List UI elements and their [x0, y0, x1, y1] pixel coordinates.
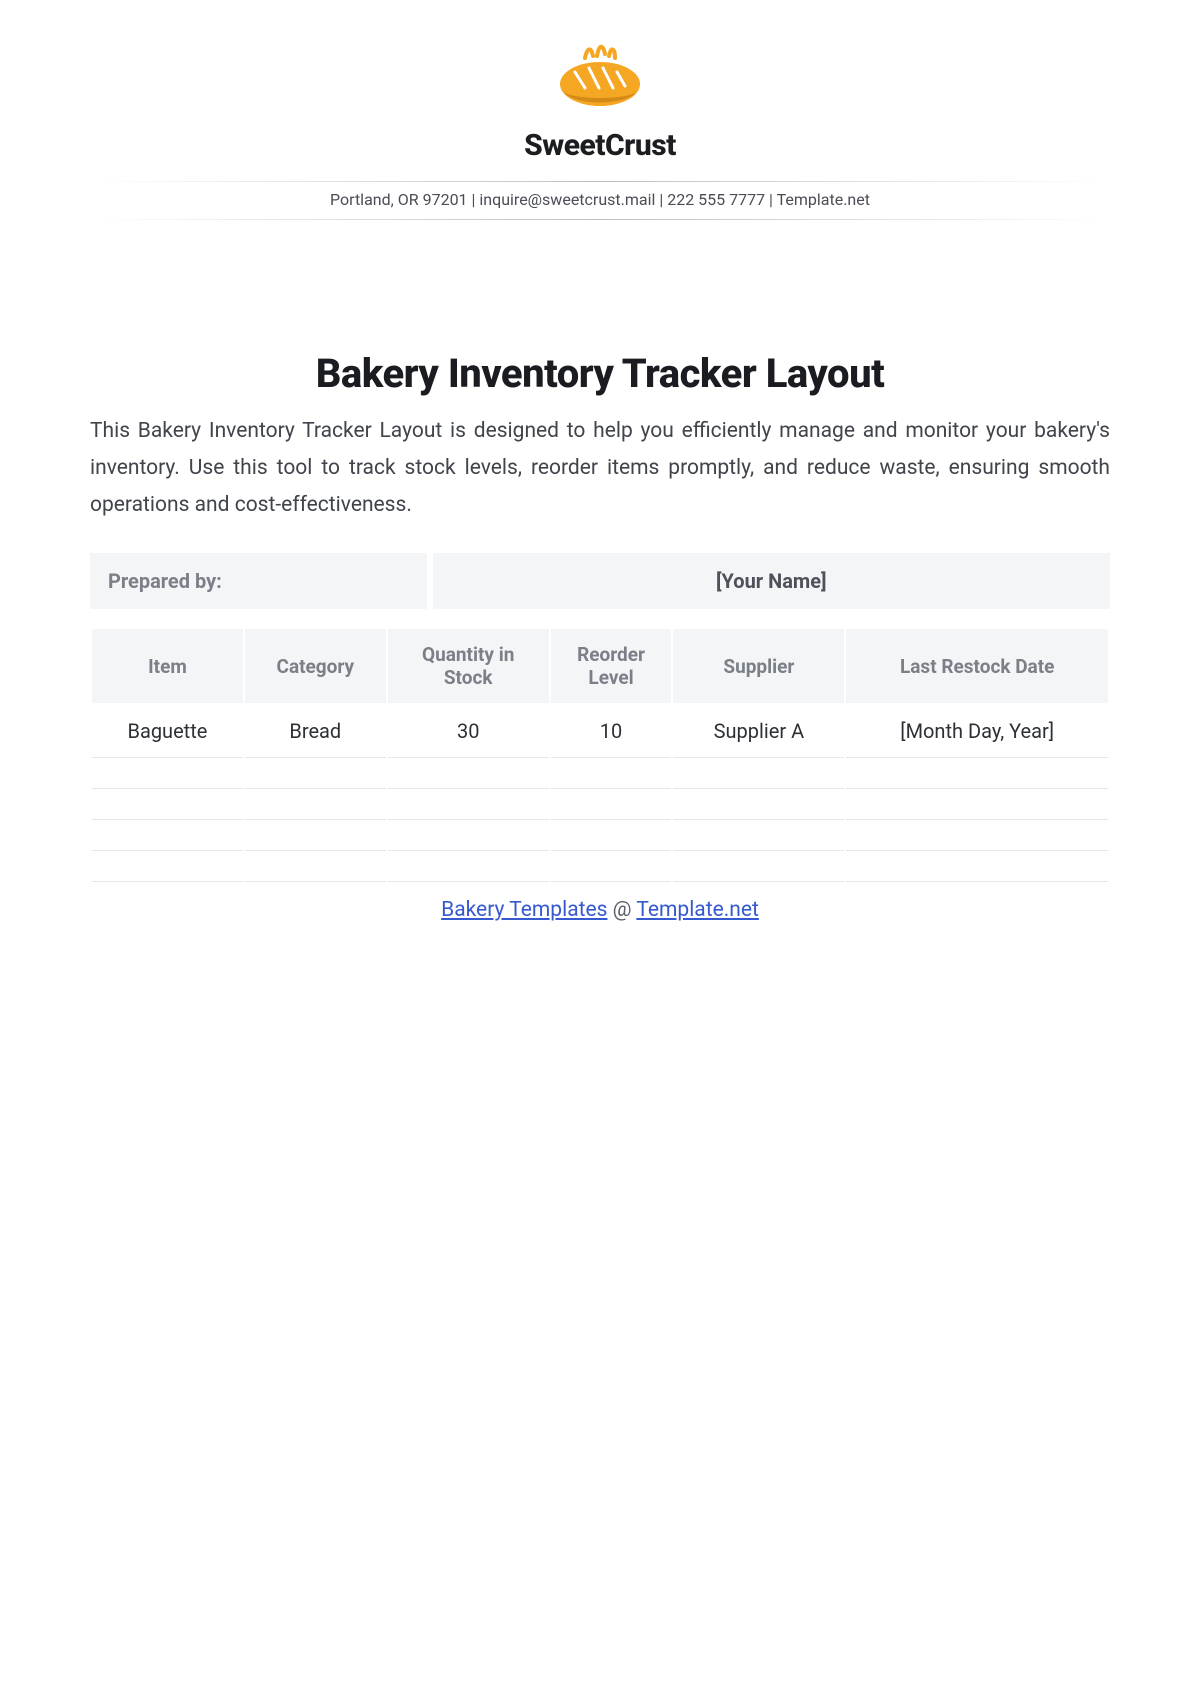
cell-quantity: 30: [388, 705, 549, 758]
col-reorder: Reorder Level: [551, 629, 672, 703]
brand-name: SweetCrust: [524, 128, 676, 163]
table-row-empty: [92, 822, 1108, 851]
cell-restock: [Month Day, Year]: [846, 705, 1108, 758]
link-template-net[interactable]: Template.net: [636, 898, 759, 922]
col-quantity: Quantity in Stock: [388, 629, 549, 703]
divider: [90, 219, 1110, 220]
brand-logo-block: SweetCrust: [90, 40, 1110, 163]
link-bakery-templates[interactable]: Bakery Templates: [441, 898, 607, 922]
cell-category: Bread: [245, 705, 386, 758]
inventory-table: Item Category Quantity in Stock Reorder …: [90, 627, 1110, 884]
cell-item: Baguette: [92, 705, 243, 758]
table-header-row: Item Category Quantity in Stock Reorder …: [92, 629, 1108, 703]
footer-links: Bakery Templates @ Template.net: [90, 898, 1110, 922]
page-title: Bakery Inventory Tracker Layout: [90, 350, 1110, 397]
table-row-empty: [92, 791, 1108, 820]
divider: [90, 181, 1110, 182]
col-supplier: Supplier: [673, 629, 844, 703]
prepared-by-label: Prepared by:: [90, 553, 427, 609]
table-row: Baguette Bread 30 10 Supplier A [Month D…: [92, 705, 1108, 758]
contact-line: Portland, OR 97201 | inquire@sweetcrust.…: [90, 190, 1110, 209]
prepared-by-row: Prepared by: [Your Name]: [90, 553, 1110, 609]
footer-separator: @: [607, 898, 636, 922]
table-row-empty: [92, 760, 1108, 789]
table-row-empty: [92, 853, 1108, 882]
page-description: This Bakery Inventory Tracker Layout is …: [90, 413, 1110, 523]
cell-reorder: 10: [551, 705, 672, 758]
col-restock: Last Restock Date: [846, 629, 1108, 703]
cell-supplier: Supplier A: [673, 705, 844, 758]
prepared-by-value: [Your Name]: [433, 553, 1110, 609]
bakery-logo-icon: [545, 40, 655, 122]
col-category: Category: [245, 629, 386, 703]
col-item: Item: [92, 629, 243, 703]
